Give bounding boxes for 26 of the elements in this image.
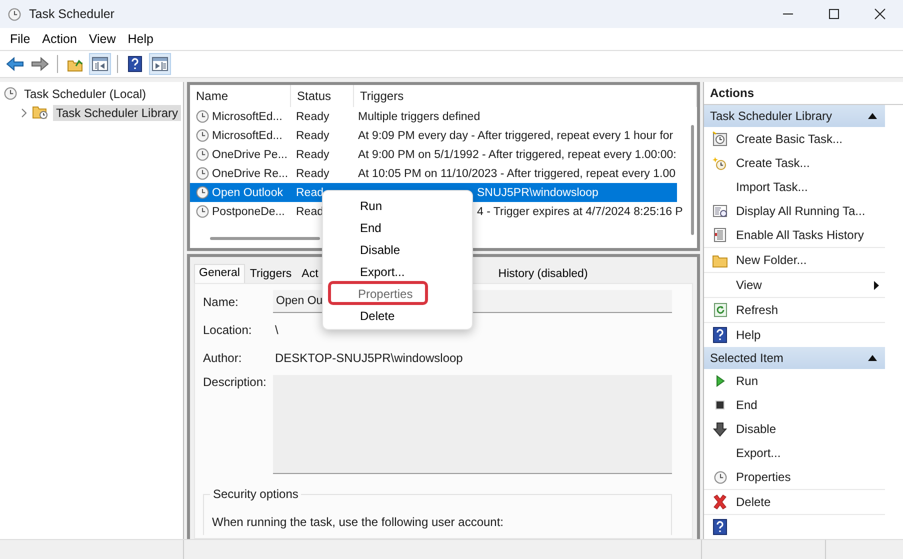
table-cell: OneDrive Pe... <box>212 148 288 160</box>
table-cell: Ready <box>296 168 330 180</box>
table-cell: Ready <box>296 148 330 160</box>
field-label: Description: <box>203 375 268 389</box>
security-text: When running the task, use the following user account: <box>212 515 504 529</box>
table-cell: Ready <box>296 110 330 122</box>
field-value: \ <box>274 323 280 337</box>
table-cell: PostponeDe... <box>212 206 285 218</box>
table-cell: Open Outlook <box>212 186 283 198</box>
table-cell: Ready <box>296 130 330 142</box>
table-cell: At 9:00 PM on 5/1/1992 - After triggered, repeat every 1.00:00: <box>358 148 676 160</box>
table-cell: 4 - Trigger expires at 4/7/2024 8:25:16 P <box>477 206 683 218</box>
field-label: Location: <box>203 323 253 337</box>
window-title: Task Scheduler <box>29 7 116 21</box>
table-cell: Read <box>296 186 324 198</box>
field-label: Author: <box>203 351 243 365</box>
field-label: Name: <box>203 294 240 308</box>
field-value: DESKTOP-SNUJ5PR\windowsloop <box>274 351 464 365</box>
table-cell: MicrosoftEd... <box>212 110 282 122</box>
table-cell: At 10:05 PM on 11/10/2023 - After triggered, repeat every 1.00 <box>358 168 676 180</box>
group-title: Security options <box>210 487 302 501</box>
table-cell: At 9:09 PM every day - After triggered, repeat every 1 hour for <box>358 130 674 142</box>
table-cell: Multiple triggers defined <box>358 110 480 122</box>
table-cell: OneDrive Re... <box>212 168 288 180</box>
table-cell: MicrosoftEd... <box>212 130 282 142</box>
table-cell: SNUJ5PR\windowsloop <box>477 186 598 198</box>
